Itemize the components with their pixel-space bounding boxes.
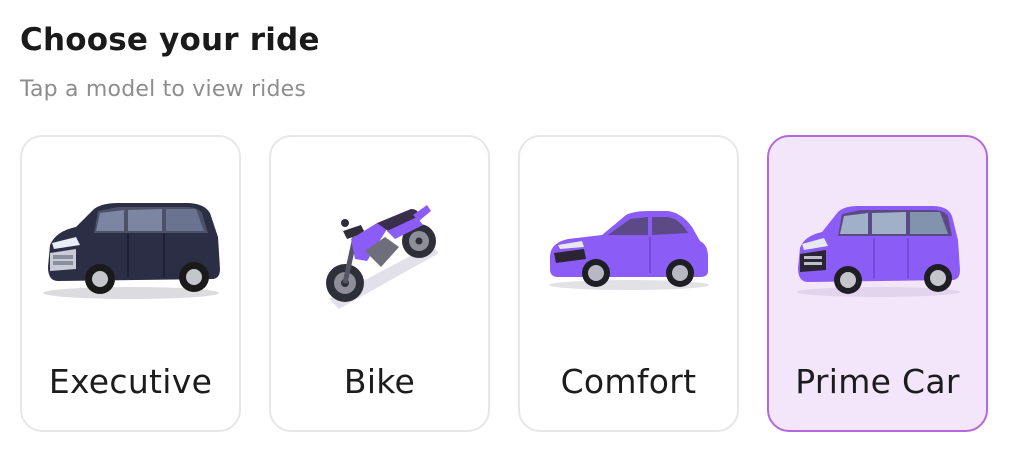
ride-label: Comfort (560, 362, 697, 401)
motorbike-icon (271, 177, 488, 327)
minivan-icon (769, 177, 986, 327)
page-subtitle: Tap a model to view rides (20, 77, 307, 102)
ride-options: Executive Bike Comfort Prime Car (20, 135, 988, 432)
executive-van-icon (22, 177, 239, 327)
ride-label: Prime Car (795, 362, 960, 401)
ride-label: Executive (48, 362, 213, 401)
sedan-icon (520, 177, 737, 327)
ride-card-executive[interactable]: Executive (20, 135, 241, 432)
ride-card-prime-car[interactable]: Prime Car (767, 135, 988, 432)
ride-label: Bike (343, 362, 416, 401)
ride-card-bike[interactable]: Bike (269, 135, 490, 432)
ride-card-comfort[interactable]: Comfort (518, 135, 739, 432)
page-title: Choose your ride (20, 22, 320, 58)
